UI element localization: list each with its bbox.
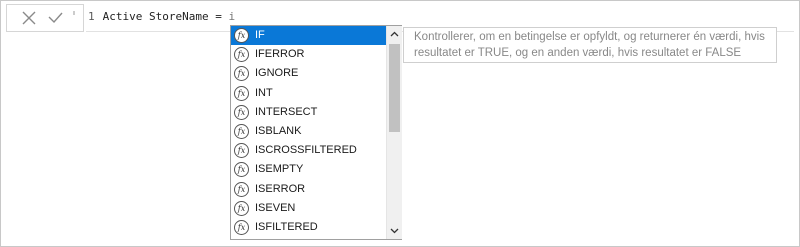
autocomplete-item-label: ISFILTERED (255, 220, 318, 233)
line-number: 1 (88, 10, 95, 23)
autocomplete-item[interactable]: fx ISERROR (231, 180, 386, 199)
autocomplete-item[interactable]: fx IGNORE (231, 64, 386, 83)
function-icon: fx (234, 47, 249, 63)
chevron-down-icon (390, 228, 399, 234)
autocomplete-item-label: INTERSECT (255, 105, 318, 118)
checkmark-icon (48, 12, 63, 24)
function-icon: fx (234, 123, 249, 139)
typed-text: i (228, 10, 236, 23)
scroll-down-button[interactable] (387, 223, 402, 239)
autocomplete-item[interactable]: fx ISEVEN (231, 199, 386, 218)
autocomplete-scrollbar[interactable] (386, 26, 402, 239)
autocomplete-item[interactable]: fx ISCROSSFILTERED (231, 141, 386, 160)
autocomplete-item-label: IF (255, 29, 265, 41)
expand-handle-icon[interactable] (71, 10, 77, 20)
formula-content: Active StoreName = (102, 10, 229, 23)
autocomplete-list: fx IF fx IFERROR fx IGNORE fx INT fx INTERSECT fx I… (231, 26, 386, 237)
formula-commands (6, 4, 84, 32)
formula-text[interactable]: 1 Active StoreName = i (88, 9, 235, 25)
commit-button[interactable] (43, 5, 71, 31)
scroll-up-button[interactable] (387, 26, 402, 42)
chevron-up-icon (390, 31, 399, 37)
cancel-button[interactable] (15, 5, 43, 31)
function-icon: fx (234, 200, 249, 216)
autocomplete-item[interactable]: fx ISEMPTY (231, 160, 386, 179)
autocomplete-item-label: ISEVEN (255, 201, 296, 214)
autocomplete-item-label: ISCROSSFILTERED (255, 144, 357, 157)
function-icon: fx (234, 85, 249, 101)
autocomplete-item[interactable]: fx ISBLANK (231, 122, 386, 141)
function-icon: fx (234, 143, 249, 159)
autocomplete-item[interactable]: fx IFERROR (231, 45, 386, 64)
autocomplete-item[interactable]: fx INT (231, 84, 386, 103)
function-icon: fx (234, 181, 249, 197)
autocomplete-item-label: INT (255, 86, 273, 99)
autocomplete-item[interactable]: fx IF (231, 26, 386, 46)
autocomplete-item-label: IFERROR (255, 48, 305, 61)
function-description-tooltip: Kontrollerer, om en betingelse er opfyld… (403, 27, 777, 63)
autocomplete-item-label: ISBLANK (255, 124, 302, 137)
function-icon: fx (234, 66, 249, 82)
function-icon: fx (234, 219, 249, 235)
function-icon: fx (234, 28, 249, 43)
autocomplete-item-label: ISERROR (255, 182, 306, 195)
autocomplete-item[interactable]: fx ISFILTERED (231, 218, 386, 237)
autocomplete-item-label: ISEMPTY (255, 163, 304, 176)
close-icon (22, 11, 36, 25)
autocomplete-item-label: IGNORE (255, 67, 299, 80)
function-icon: fx (234, 104, 249, 120)
autocomplete-item[interactable]: fx INTERSECT (231, 103, 386, 122)
function-icon: fx (234, 162, 249, 178)
scrollbar-thumb[interactable] (389, 44, 400, 132)
autocomplete-dropdown: fx IF fx IFERROR fx IGNORE fx INT fx INTERSECT fx I… (230, 25, 402, 240)
